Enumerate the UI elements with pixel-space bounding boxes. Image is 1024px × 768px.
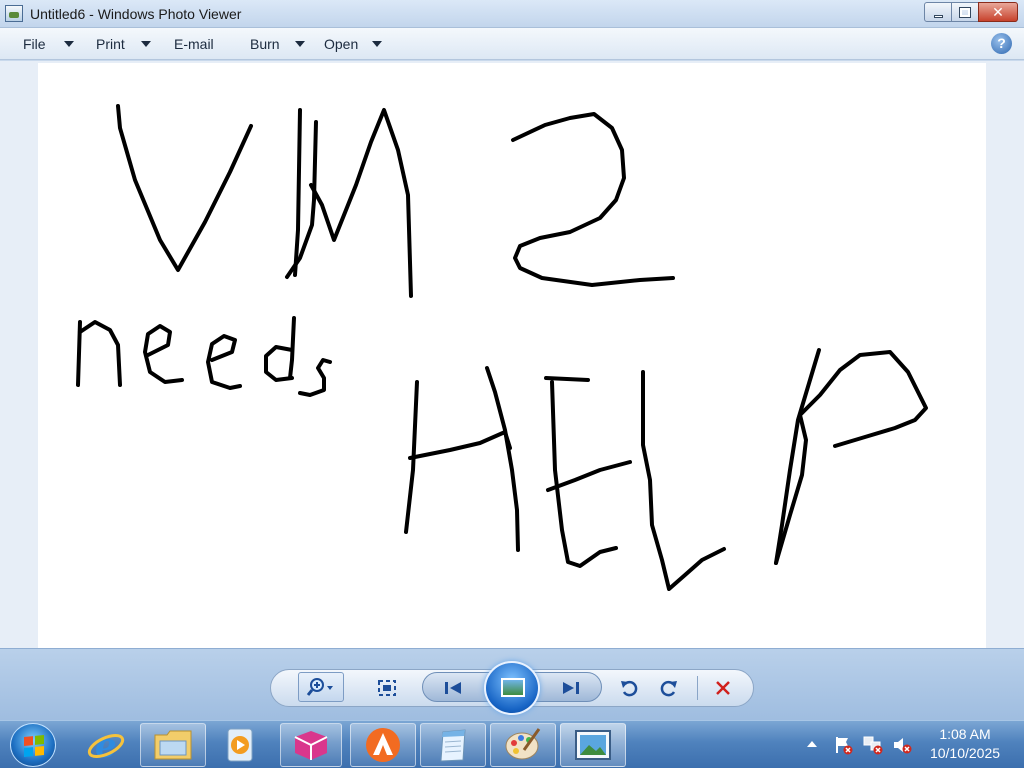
- rotate-clockwise-button[interactable]: [656, 676, 682, 700]
- burn-dropdown-arrow-icon[interactable]: [295, 41, 305, 47]
- photo-viewer-taskbar-icon: [575, 730, 611, 760]
- rotate-counterclockwise-icon: [621, 680, 638, 697]
- actual-size-button[interactable]: [374, 676, 400, 700]
- previous-button[interactable]: [438, 676, 468, 700]
- minimize-icon: [933, 14, 943, 18]
- taskbar-file-explorer[interactable]: [140, 723, 206, 767]
- folder-icon: [154, 730, 192, 760]
- zoom-button[interactable]: [298, 672, 344, 702]
- media-player-icon: [227, 728, 253, 762]
- internet-explorer-icon: e: [87, 726, 125, 765]
- menu-open[interactable]: Open: [324, 36, 358, 52]
- avast-icon: [366, 728, 400, 762]
- taskbar-internet-explorer[interactable]: e: [76, 723, 136, 767]
- previous-icon: [445, 682, 461, 694]
- help-button[interactable]: ?: [991, 33, 1012, 54]
- network-icon[interactable]: [862, 735, 883, 755]
- displayed-image: [38, 63, 986, 648]
- file-dropdown-arrow-icon[interactable]: [64, 41, 74, 47]
- taskbar: e: [0, 720, 1024, 768]
- delete-icon: [716, 681, 730, 695]
- svg-text:e: e: [95, 726, 117, 765]
- menu-bar: File Print E-mail Burn Open ?: [0, 28, 1024, 60]
- maximize-button[interactable]: [951, 2, 979, 22]
- menu-burn[interactable]: Burn: [250, 36, 280, 52]
- volume-muted-icon[interactable]: [892, 735, 912, 754]
- window-title: Untitled6 - Windows Photo Viewer: [30, 6, 242, 22]
- show-hidden-icons-button[interactable]: [805, 737, 823, 753]
- menu-print[interactable]: Print: [96, 36, 125, 52]
- menu-file[interactable]: File: [23, 36, 46, 52]
- photo-viewer-icon: [5, 5, 23, 22]
- windows-logo-icon: [24, 734, 44, 758]
- rotate-counterclockwise-button[interactable]: [616, 676, 642, 700]
- action-center-icon[interactable]: [834, 735, 853, 755]
- restore-icon: [959, 6, 971, 18]
- notepad-icon: [440, 729, 466, 762]
- magnifier-icon: [306, 678, 333, 696]
- close-button[interactable]: ✕: [978, 2, 1018, 22]
- taskbar-media-player[interactable]: [210, 723, 270, 767]
- slideshow-icon: [501, 678, 525, 697]
- window-controls: ✕: [924, 2, 1018, 22]
- toolbar-separator: [697, 676, 698, 700]
- handwritten-drawing: [76, 104, 928, 591]
- print-dropdown-arrow-icon[interactable]: [141, 41, 151, 47]
- close-icon: ✕: [992, 3, 1004, 20]
- next-button[interactable]: [556, 676, 586, 700]
- clock-date: 10/10/2025: [929, 745, 1001, 761]
- start-button[interactable]: [10, 723, 56, 767]
- image-viewport: [0, 61, 1024, 648]
- taskbar-avast[interactable]: [350, 723, 416, 767]
- system-clock[interactable]: 1:08 AM 10/10/2025: [924, 725, 1006, 763]
- taskbar-photo-viewer[interactable]: [560, 723, 626, 767]
- rotate-clockwise-icon: [660, 680, 677, 697]
- open-dropdown-arrow-icon[interactable]: [372, 41, 382, 47]
- menu-email[interactable]: E-mail: [174, 36, 214, 52]
- minimize-button[interactable]: [924, 2, 952, 22]
- paint-palette-icon: [505, 728, 541, 760]
- taskbar-app-box[interactable]: [280, 723, 342, 767]
- next-icon: [563, 682, 579, 694]
- actual-size-icon: [378, 680, 396, 696]
- title-bar: Untitled6 - Windows Photo Viewer ✕: [0, 0, 1024, 28]
- delete-button[interactable]: [710, 676, 736, 700]
- box-app-icon: [294, 731, 328, 760]
- chevron-up-icon: [807, 741, 817, 747]
- taskbar-paint[interactable]: [490, 723, 556, 767]
- slideshow-button[interactable]: [484, 661, 540, 715]
- clock-time: 1:08 AM: [939, 726, 991, 742]
- taskbar-notepad[interactable]: [420, 723, 486, 767]
